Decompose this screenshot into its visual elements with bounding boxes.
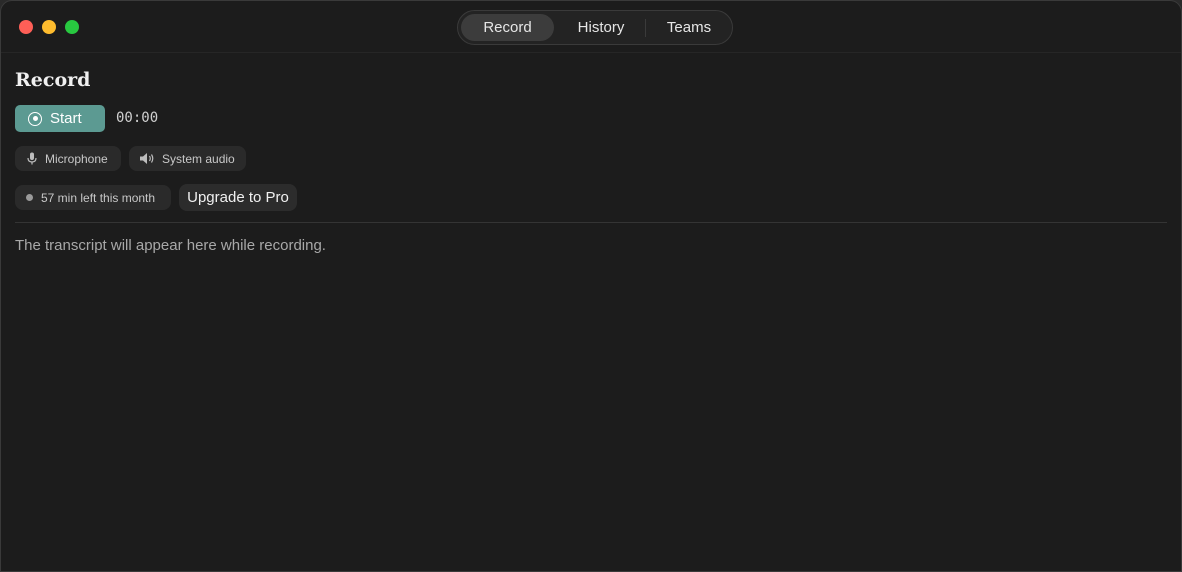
app-window: Record History Teams Record Start 00:00 … [0,0,1182,572]
record-icon [28,111,42,126]
quota-badge: 57 min left this month [15,185,171,210]
upgrade-button[interactable]: Upgrade to Pro [179,184,297,211]
quota-label: 57 min left this month [41,190,156,205]
close-window-button[interactable] [19,20,33,34]
zoom-window-button[interactable] [65,20,79,34]
section-divider [15,222,1167,223]
minimize-window-button[interactable] [42,20,56,34]
status-dot-icon [26,194,33,201]
transcript-placeholder: The transcript will appear here while re… [15,237,326,254]
microphone-toggle[interactable]: Microphone [15,146,121,171]
tab-record[interactable]: Record [461,14,554,41]
start-button-label: Start [50,110,82,127]
system-audio-toggle[interactable]: System audio [129,146,246,171]
title-bar: Record History Teams [1,1,1181,53]
tab-bar: Record History Teams [457,10,733,45]
microphone-label: Microphone [45,151,108,166]
system-audio-label: System audio [162,151,235,166]
tab-history[interactable]: History [559,14,643,41]
page-title: Record [15,69,91,91]
microphone-icon [27,152,37,165]
recording-timer: 00:00 [116,110,159,126]
tab-teams[interactable]: Teams [648,14,730,41]
start-button[interactable]: Start [15,105,105,132]
tab-divider [645,19,646,37]
speaker-icon [139,152,156,165]
